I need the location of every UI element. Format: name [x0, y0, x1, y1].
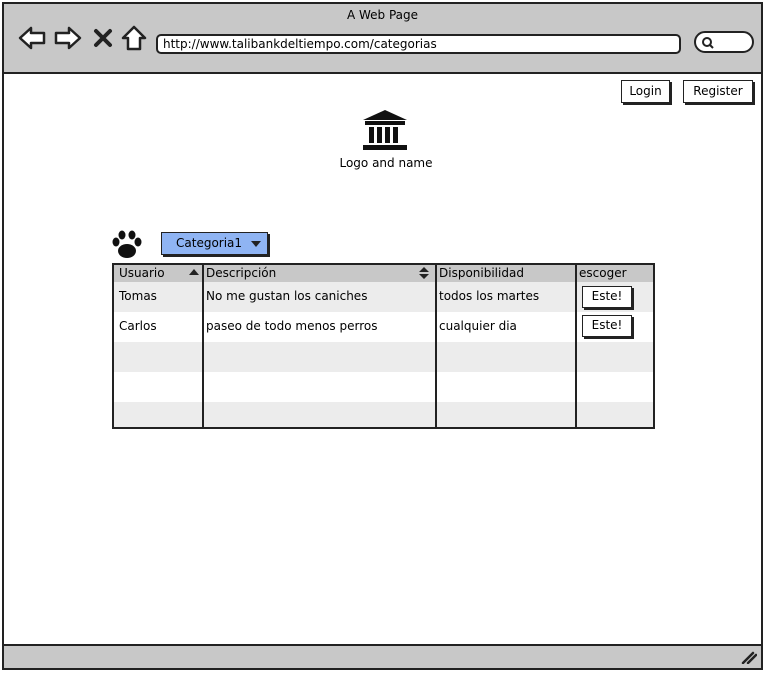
column-divider	[202, 265, 204, 427]
column-header-escoger[interactable]: escoger	[579, 266, 627, 280]
categories-table: Usuario Descripción Disponibilidad escog…	[112, 263, 655, 429]
home-icon[interactable]	[120, 24, 148, 52]
sort-ascending-icon[interactable]	[189, 269, 199, 275]
browser-titlebar: A Web Page http://www.talibankdeltiempo.…	[4, 4, 761, 74]
table-row-empty	[114, 372, 653, 402]
table-row-empty	[114, 402, 653, 427]
register-button[interactable]: Register	[683, 80, 753, 103]
search-icon	[702, 37, 714, 49]
cell-descripcion: No me gustan los caniches	[206, 289, 368, 303]
choose-button[interactable]: Este!	[582, 286, 632, 308]
browser-window: A Web Page http://www.talibankdeltiempo.…	[2, 2, 763, 670]
category-dropdown[interactable]: Categoria1	[161, 232, 268, 255]
paw-icon	[112, 230, 142, 258]
table-row-empty	[114, 342, 653, 372]
search-field[interactable]	[694, 31, 754, 53]
cell-disponibilidad: cualquier dia	[439, 319, 517, 333]
forward-arrow-icon[interactable]	[54, 24, 82, 52]
browser-statusbar	[4, 644, 761, 668]
table-header: Usuario Descripción Disponibilidad escog…	[114, 265, 653, 282]
cell-disponibilidad: todos los martes	[439, 289, 540, 303]
column-divider	[575, 265, 577, 427]
cell-usuario: Tomas	[119, 289, 157, 303]
cell-descripcion: paseo de todo menos perros	[206, 319, 378, 333]
column-divider	[435, 265, 437, 427]
column-header-disponibilidad[interactable]: Disponibilidad	[439, 266, 524, 280]
table-row: Carlos paseo de todo menos perros cualqu…	[114, 312, 653, 342]
table-row: Tomas No me gustan los caniches todos lo…	[114, 282, 653, 312]
cell-usuario: Carlos	[119, 319, 157, 333]
bank-building-icon	[363, 110, 407, 150]
login-button[interactable]: Login	[621, 80, 670, 103]
sort-icon[interactable]	[419, 267, 429, 279]
category-selected: Categoria1	[176, 236, 243, 250]
column-header-descripcion[interactable]: Descripción	[206, 266, 276, 280]
logo-name: Logo and name	[339, 156, 433, 170]
resize-grip-icon[interactable]	[741, 650, 757, 664]
chevron-down-icon	[251, 241, 261, 247]
choose-button[interactable]: Este!	[582, 315, 632, 337]
window-title: A Web Page	[346, 8, 419, 22]
close-x-icon[interactable]	[92, 24, 114, 52]
address-bar[interactable]: http://www.talibankdeltiempo.com/categor…	[156, 34, 681, 54]
back-arrow-icon[interactable]	[18, 24, 46, 52]
column-header-usuario[interactable]: Usuario	[119, 266, 165, 280]
